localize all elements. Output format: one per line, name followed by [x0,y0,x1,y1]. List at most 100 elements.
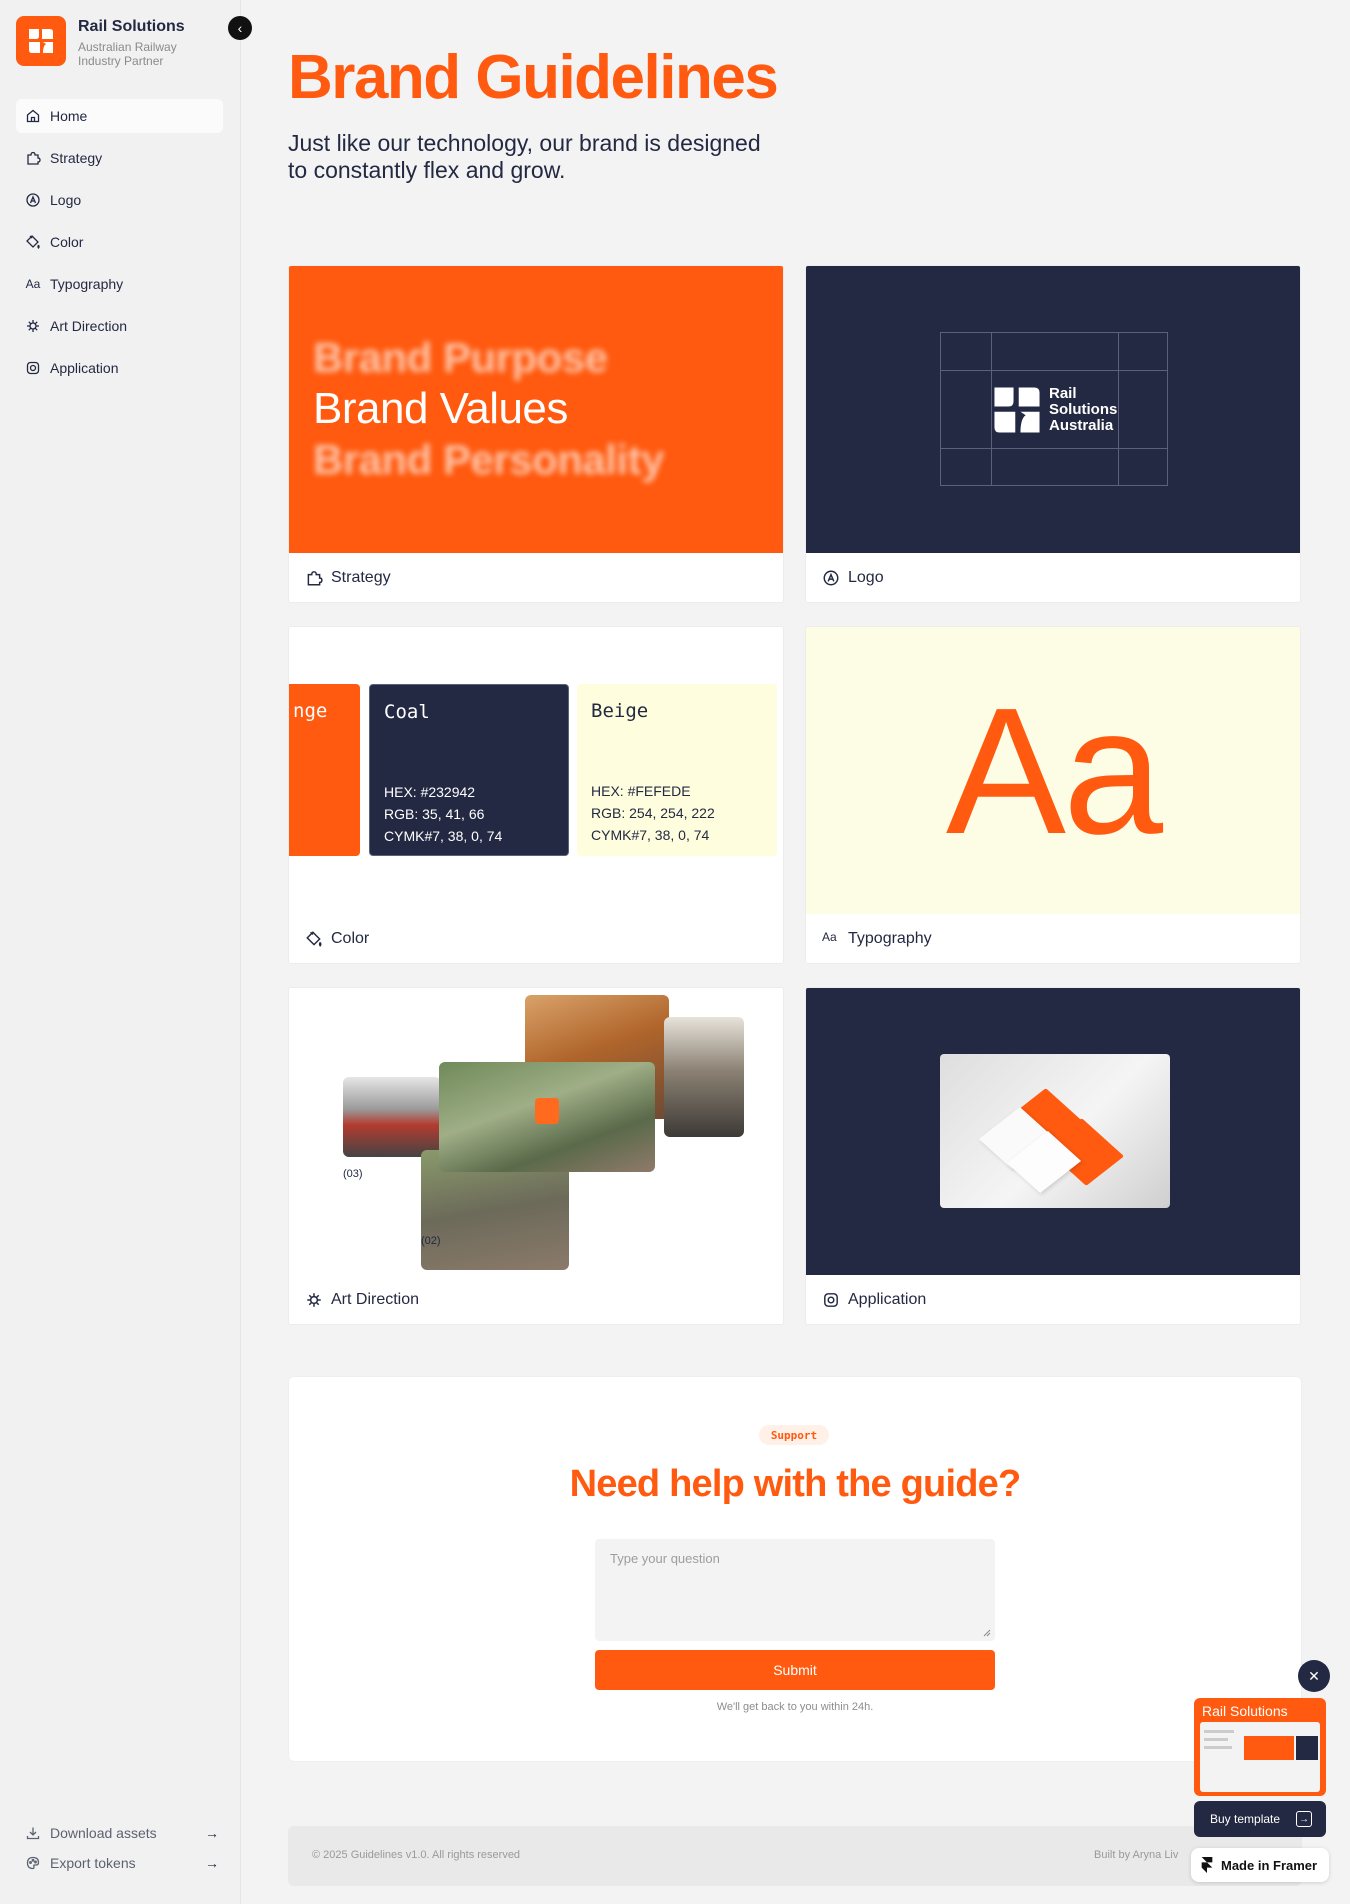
arrow-right-icon: → [205,1825,219,1841]
sidebar-item-strategy[interactable]: Strategy [16,141,223,175]
aperture-icon [305,1291,323,1309]
support-badge: Support [759,1425,829,1445]
collapse-sidebar-button[interactable]: ‹ [228,16,252,40]
logo-text-line: Solutions [1049,401,1118,418]
arrow-right-icon: → [205,1855,219,1871]
puzzle-icon [305,569,323,587]
export-tokens-label: Export tokens [50,1855,136,1871]
sidebar-item-label: Application [50,360,119,376]
logo-icon [25,192,41,208]
sidebar-nav: Home Strategy Logo Color Aa Typography A… [16,99,223,393]
photo-caption: (02) [421,1235,441,1247]
swatch-rgb: RGB: 254, 254, 222 [591,805,715,821]
photo-rail-machinery [664,1017,744,1137]
made-in-framer-badge[interactable]: Made in Framer [1191,1848,1329,1882]
sidebar-item-typography[interactable]: Aa Typography [16,267,223,301]
swatch-name: nge [293,700,328,722]
page-subtitle: Just like our technology, our brand is d… [288,130,761,183]
swatch-rgb: RGB: 35, 41, 66 [384,806,485,822]
worker-vest [535,1098,559,1124]
resize-handle-icon[interactable] [981,1627,991,1637]
sidebar-bottom: Download assets → Export tokens → [16,1818,223,1878]
preview-title: Rail Solutions [1202,1703,1288,1719]
sidebar-item-color[interactable]: Color [16,225,223,259]
card-label-text: Art Direction [331,1291,420,1308]
strategy-main-heading: Brand Values [313,384,568,433]
framer-logo-icon [1201,1857,1213,1873]
brand-logo-mark: Rail Solutions Australia [991,384,1117,436]
swatch-values: HEX: #232942 RGB: 35, 41, 66 CYMK#7, 38,… [384,781,502,847]
swatch-orange: nge [289,684,360,856]
typography-thumbnail: Aa [806,627,1300,914]
sidebar-item-logo[interactable]: Logo [16,183,223,217]
sidebar-item-label: Art Direction [50,318,128,334]
page-title: Brand Guidelines [288,43,779,112]
sidebar-item-art-direction[interactable]: Art Direction [16,309,223,343]
card-art-direction[interactable]: (03) (02) Art Direction [288,987,784,1325]
close-promo-button[interactable]: ✕ [1298,1660,1330,1692]
swatch-name: Coal [384,701,430,723]
card-logo[interactable]: Rail Solutions Australia Logo [805,265,1301,603]
sidebar-item-label: Strategy [50,150,103,166]
sidebar-item-home[interactable]: Home [16,99,223,133]
blurred-heading-bottom: Brand Personality [313,436,664,483]
footer-built-by[interactable]: Built by Aryna Liv [1094,1849,1178,1861]
download-icon [25,1825,41,1841]
art-direction-thumbnail: (03) (02) [289,988,783,1275]
business-card-mockup [940,1054,1170,1208]
support-section: Support Need help with the guide? Submit… [288,1376,1302,1762]
type-icon: Aa [822,930,837,944]
sidebar: Rail Solutions Australian Railway Indust… [0,0,241,1904]
palette-icon [25,1855,41,1871]
home-icon [25,108,41,124]
download-assets-label: Download assets [50,1825,157,1841]
photo-caption: (03) [343,1168,363,1180]
color-thumbnail: nge Coal HEX: #232942 RGB: 35, 41, 66 CY… [289,627,783,914]
template-preview-thumbnail[interactable]: Rail Solutions [1194,1698,1326,1796]
logo-text-line: Rail [1049,385,1077,402]
app-icon [25,360,41,376]
app-icon [822,1291,840,1309]
logo-icon [822,569,840,587]
footer: © 2025 Guidelines v1.0. All rights reser… [288,1826,1302,1886]
footer-copyright: © 2025 Guidelines v1.0. All rights reser… [312,1849,521,1861]
card-label: Logo [822,566,884,590]
paint-bucket-icon [305,930,323,948]
card-label-text: Strategy [331,569,391,586]
card-label: Color [305,927,369,951]
sidebar-item-label: Home [50,108,88,124]
card-label-text: Typography [848,930,932,947]
card-label: Aa Typography [822,927,932,951]
card-typography[interactable]: Aa Aa Typography [805,626,1301,964]
export-tokens-link[interactable]: Export tokens → [16,1848,223,1878]
card-label-text: Application [848,1291,927,1308]
card-label: Art Direction [305,1288,419,1312]
swatch-coal: Coal HEX: #232942 RGB: 35, 41, 66 CYMK#7… [369,684,569,856]
buy-template-button[interactable]: Buy template → [1194,1801,1326,1837]
card-application[interactable]: Application [805,987,1301,1325]
sidebar-item-label: Typography [50,276,124,292]
brand[interactable]: Rail Solutions Australian Railway Indust… [16,16,198,68]
strategy-thumbnail: Brand Purpose Brand Values Brand Persona… [289,266,783,553]
framer-badge-label: Made in Framer [1221,1857,1318,1873]
card-label: Strategy [305,566,391,590]
type-icon: Aa [25,277,41,291]
puzzle-icon [25,150,41,166]
logo-thumbnail: Rail Solutions Australia [806,266,1300,553]
chevron-left-icon: ‹ [237,20,243,36]
buy-template-label: Buy template [1210,1812,1281,1826]
submit-button[interactable]: Submit [595,1650,995,1690]
swatch-cymk: CYMK#7, 38, 0, 74 [591,827,710,843]
sidebar-item-application[interactable]: Application [16,351,223,385]
question-input[interactable] [595,1539,995,1641]
support-title: Need help with the guide? [569,1463,1022,1505]
sidebar-item-label: Logo [50,192,82,208]
swatch-beige: Beige HEX: #FEFEDE RGB: 254, 254, 222 CY… [577,684,777,856]
card-color[interactable]: nge Coal HEX: #232942 RGB: 35, 41, 66 CY… [288,626,784,964]
brand-logo-icon [16,16,66,66]
support-note: We'll get back to you within 24h. [716,1701,874,1713]
blurred-heading-top: Brand Purpose [313,334,608,381]
card-strategy[interactable]: Brand Purpose Brand Values Brand Persona… [288,265,784,603]
download-assets-link[interactable]: Download assets → [16,1818,223,1848]
aperture-icon [25,318,41,334]
